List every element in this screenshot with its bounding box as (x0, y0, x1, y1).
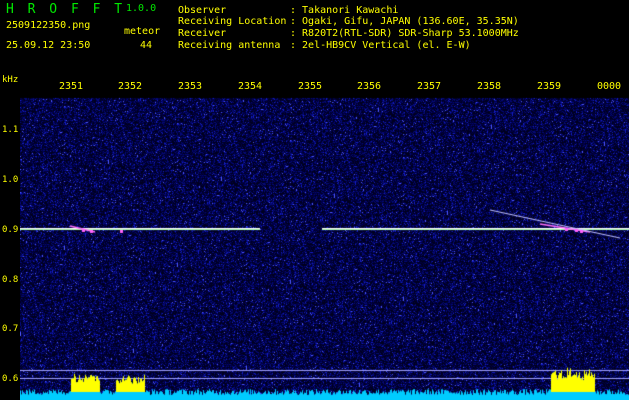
freq-tick: 0.9 (2, 225, 19, 235)
meteor-label: meteor (124, 26, 161, 37)
time-tick: 2359 (537, 81, 562, 92)
location-label: Receiving Location (178, 16, 287, 27)
freq-tick: 1.0 (2, 175, 19, 185)
header-panel: H R O F F T 1.0.0 2509122350.png meteor … (0, 0, 629, 80)
time-tick: 2356 (357, 81, 382, 92)
time-tick: 2355 (298, 81, 323, 92)
freq-tick: 0.7 (2, 324, 19, 334)
time-tick: 2358 (477, 81, 502, 92)
waterfall-spectrogram (20, 80, 629, 400)
antenna-label: Receiving antenna (178, 40, 281, 51)
time-tick: 2352 (118, 81, 143, 92)
meteor-count: 44 (140, 40, 153, 51)
freq-tick: 0.6 (2, 374, 19, 384)
receiver-value: : R820T2(RTL-SDR) SDR-Sharp 53.1000MHz (290, 28, 519, 39)
time-tick: 2351 (59, 81, 84, 92)
datetime: 25.09.12 23:50 (6, 40, 91, 51)
receiver-label: Receiver (178, 28, 227, 39)
observer-value: : Takanori Kawachi (290, 5, 399, 16)
antenna-value: : 2el-HB9CV Vertical (el. E-W) (290, 40, 471, 51)
freq-tick: 1.1 (2, 125, 19, 135)
location-value: : Ogaki, Gifu, JAPAN (136.60E, 35.35N) (290, 16, 519, 27)
time-tick: 2353 (178, 81, 203, 92)
app-title: H R O F F T (6, 2, 126, 17)
time-tick: 2357 (417, 81, 442, 92)
time-tick: 2354 (238, 81, 263, 92)
freq-tick: 0.8 (2, 275, 19, 285)
file-name: 2509122350.png (6, 20, 91, 31)
time-tick: 0000 (597, 81, 622, 92)
app-version: 1.0.0 (126, 3, 157, 14)
observer-label: Observer (178, 5, 227, 16)
freq-unit-label: kHz (2, 75, 19, 85)
